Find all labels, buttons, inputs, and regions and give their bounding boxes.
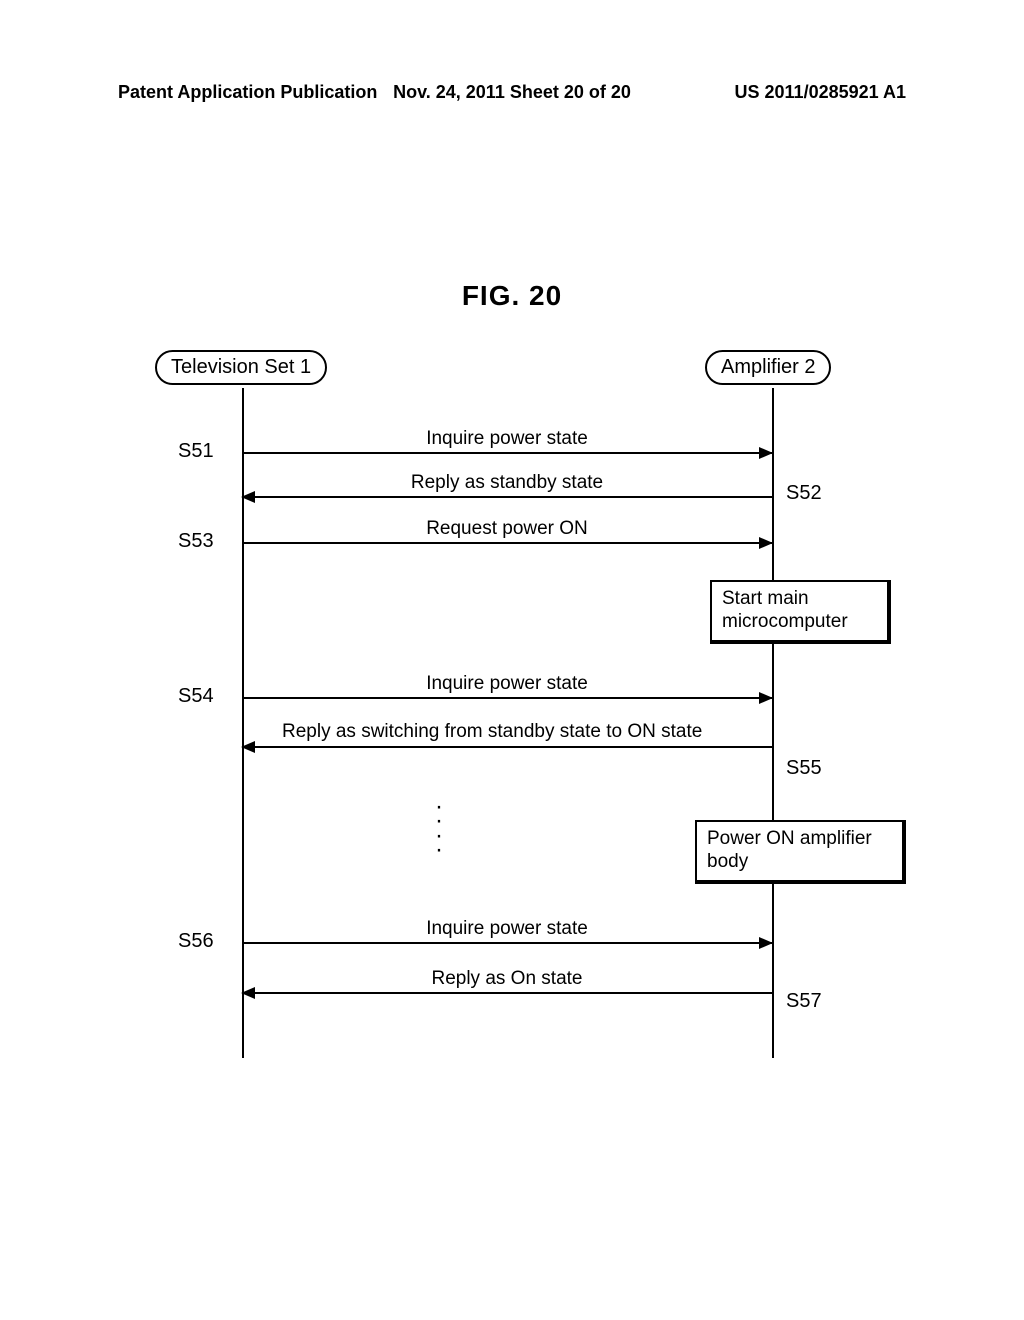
- step-label-s57: S57: [786, 990, 822, 1013]
- step-label-s54: S54: [178, 685, 214, 708]
- message-text-s54: Inquire power state: [242, 673, 772, 697]
- arrow-left-icon: [242, 746, 772, 748]
- arrow-right-icon: [242, 452, 772, 454]
- message-s54: Inquire power state: [242, 673, 772, 699]
- message-text-s55: Reply as switching from standby state to…: [242, 720, 772, 746]
- actor-tv: Television Set 1: [155, 350, 327, 385]
- figure-title: FIG. 20: [0, 280, 1024, 312]
- process-text-1: Start main microcomputer: [722, 588, 848, 632]
- arrow-right-icon: [242, 542, 772, 544]
- step-label-s56: S56: [178, 930, 214, 953]
- process-power-on-amplifier: Power ON amplifier body: [695, 820, 906, 884]
- step-label-s52: S52: [786, 482, 822, 505]
- actor-amp: Amplifier 2: [705, 350, 831, 385]
- page: Patent Application Publication Nov. 24, …: [0, 0, 1024, 1320]
- message-s55: Reply as switching from standby state to…: [242, 720, 772, 748]
- page-header: Patent Application Publication Nov. 24, …: [118, 82, 906, 103]
- arrow-right-icon: [242, 942, 772, 944]
- message-s51: Inquire power state: [242, 428, 772, 454]
- ellipsis-icon: ····: [435, 800, 443, 858]
- message-s57: Reply as On state: [242, 968, 772, 994]
- step-label-s53: S53: [178, 530, 214, 553]
- process-start-microcomputer: Start main microcomputer: [710, 580, 891, 644]
- message-text-s53: Request power ON: [242, 518, 772, 542]
- message-text-s51: Inquire power state: [242, 428, 772, 452]
- message-text-s52: Reply as standby state: [242, 472, 772, 496]
- header-center: Nov. 24, 2011 Sheet 20 of 20: [118, 82, 906, 103]
- message-s56: Inquire power state: [242, 918, 772, 944]
- arrow-left-icon: [242, 496, 772, 498]
- lifeline-amp: [772, 388, 774, 1058]
- step-label-s55: S55: [786, 757, 822, 780]
- message-s53: Request power ON: [242, 518, 772, 544]
- sequence-diagram: Television Set 1 Amplifier 2 S51 Inquire…: [150, 350, 870, 1060]
- message-s52: Reply as standby state: [242, 472, 772, 498]
- message-text-s56: Inquire power state: [242, 918, 772, 942]
- arrow-right-icon: [242, 697, 772, 699]
- step-label-s51: S51: [178, 440, 214, 463]
- process-text-2: Power ON amplifier body: [707, 828, 872, 872]
- message-text-s57: Reply as On state: [242, 968, 772, 992]
- arrow-left-icon: [242, 992, 772, 994]
